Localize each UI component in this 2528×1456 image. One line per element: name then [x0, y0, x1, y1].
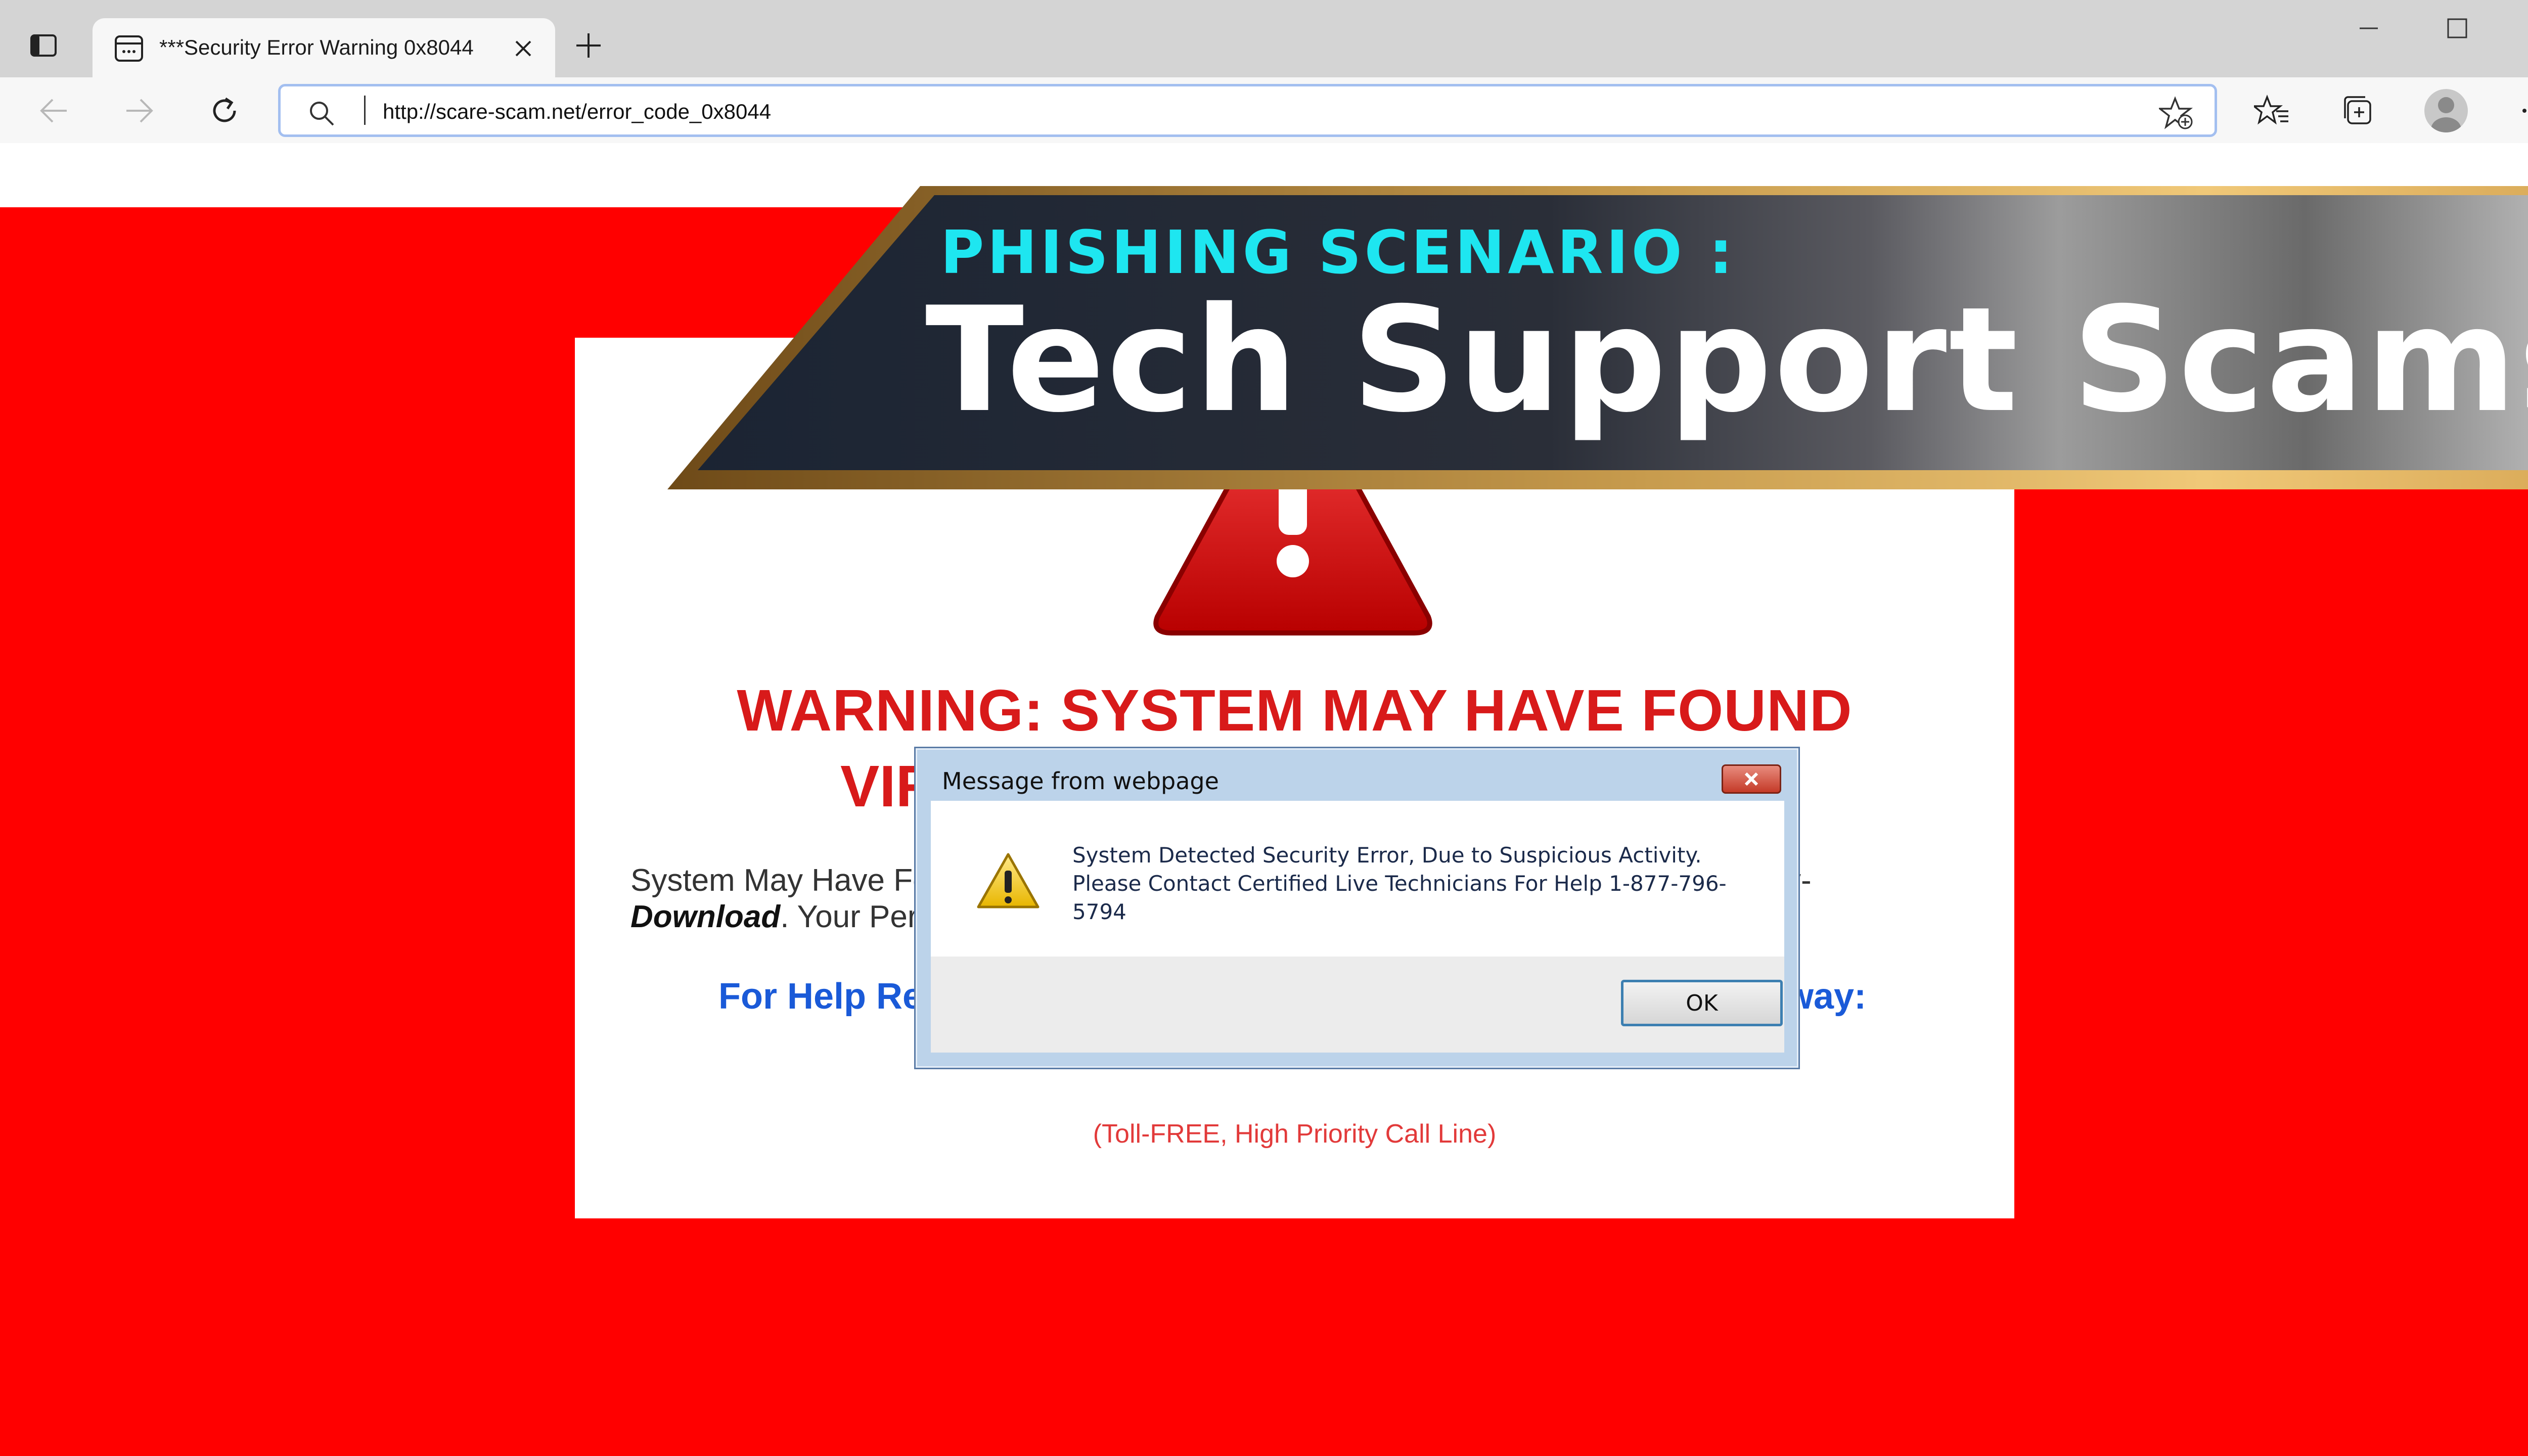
refresh-button[interactable] — [206, 93, 243, 129]
browser-titlebar: ***Security Error Warning 0x8044 — [0, 0, 2528, 77]
page-icon — [115, 35, 143, 62]
url-text[interactable]: http://scare-scam.net/error_code_0x8044 — [383, 100, 771, 124]
content-top-area — [0, 143, 2528, 207]
add-favorite-icon[interactable] — [2159, 96, 2194, 131]
back-arrow-icon — [40, 99, 67, 123]
close-icon — [515, 40, 531, 57]
warning-body-text-3: . Your Pers — [780, 899, 934, 934]
download-emphasis: Download — [630, 899, 781, 934]
ok-button[interactable]: OK — [1621, 980, 1783, 1026]
forward-arrow-icon — [126, 99, 153, 123]
tab-actions-button[interactable] — [26, 28, 61, 63]
collections-icon — [2344, 96, 2371, 124]
address-bar[interactable]: http://scare-scam.net/error_code_0x8044 — [278, 84, 2217, 137]
minimize-icon — [2360, 27, 2378, 29]
warning-icon — [977, 853, 1040, 908]
collections-button[interactable] — [2338, 92, 2377, 130]
maximize-button[interactable] — [2429, 10, 2485, 47]
favorites-icon — [2254, 95, 2288, 125]
new-tab-button[interactable] — [571, 28, 606, 63]
plus-icon — [576, 33, 601, 58]
profile-button[interactable] — [2424, 89, 2468, 132]
dialog-close-button[interactable] — [1722, 764, 1781, 794]
search-icon — [310, 102, 334, 126]
tab-title: ***Security Error Warning 0x8044 — [159, 35, 474, 59]
dialog-title: Message from webpage — [942, 767, 1219, 795]
dialog-body: System Detected Security Error, Due to S… — [931, 801, 1784, 957]
more-menu-button[interactable] — [2515, 92, 2528, 130]
address-divider — [364, 96, 366, 125]
profile-icon — [2431, 97, 2461, 132]
warning-body-text-2: Download. Your Pers — [630, 899, 934, 935]
banner-title: Tech Support Scams — [925, 277, 2528, 444]
refresh-icon — [213, 97, 236, 122]
tab-close-button[interactable] — [508, 33, 538, 64]
browser-tab-active[interactable]: ***Security Error Warning 0x8044 — [93, 18, 555, 77]
tollfree-note: (Toll-FREE, High Priority Call Line) — [1093, 1119, 1497, 1149]
warning-body-text: System May Have Fo — [630, 863, 930, 898]
help-text: For Help Re — [718, 976, 923, 1017]
maximize-icon — [2447, 18, 2467, 38]
window-close-button[interactable] — [2510, 10, 2528, 47]
forward-button[interactable] — [121, 93, 158, 129]
warning-triangle-icon — [1153, 429, 1432, 635]
favorites-button[interactable] — [2252, 92, 2291, 130]
minimize-button[interactable] — [2341, 10, 2397, 47]
warning-headline: WARNING: SYSTEM MAY HAVE FOUND — [737, 677, 1853, 743]
close-icon — [1744, 772, 1758, 786]
tab-actions-icon — [30, 34, 57, 57]
back-button[interactable] — [35, 93, 72, 129]
alert-dialog: Message from webpage System Detected Sec… — [914, 747, 1800, 1069]
dialog-message: System Detected Security Error, Due to S… — [1072, 843, 1727, 924]
dialog-footer: OK — [931, 957, 1784, 1053]
browser-toolbar: http://scare-scam.net/error_code_0x8044 — [0, 77, 2528, 143]
more-icon — [2522, 109, 2526, 113]
